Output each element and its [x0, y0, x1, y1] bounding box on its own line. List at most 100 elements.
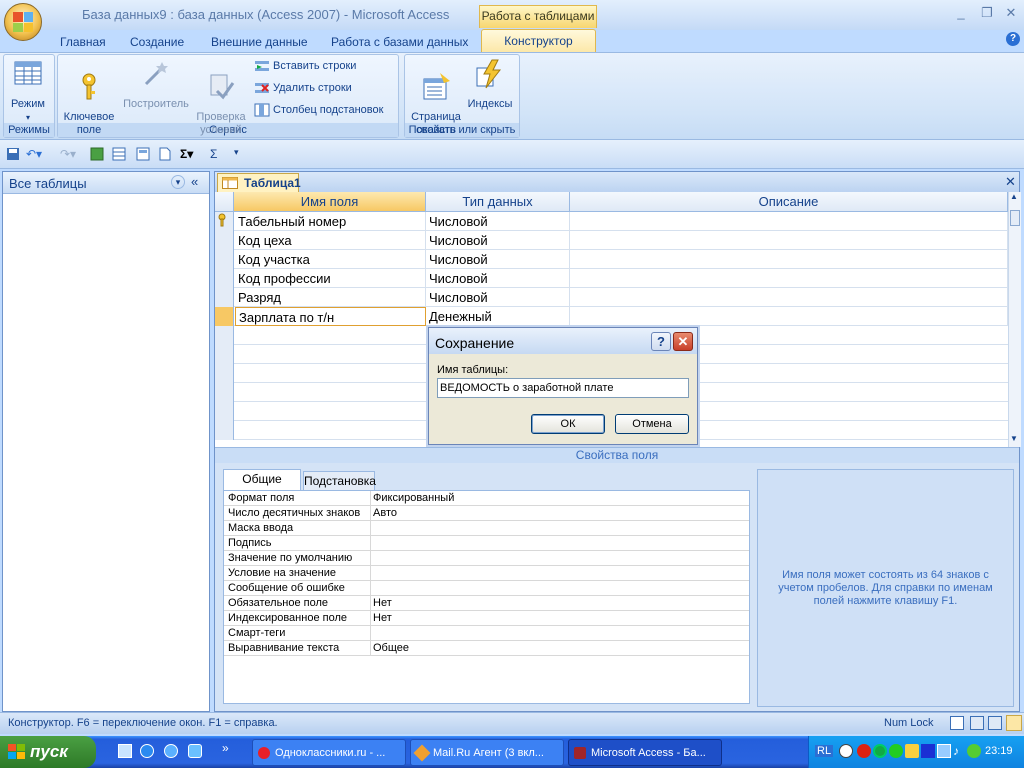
- data-type-cell[interactable]: Числовой: [426, 231, 570, 250]
- row-selector[interactable]: [215, 345, 234, 364]
- customize-qat-icon[interactable]: ▾: [234, 147, 239, 163]
- description-cell[interactable]: [570, 269, 1008, 288]
- data-type-cell[interactable]: Числовой: [426, 288, 570, 307]
- field-name-cell[interactable]: Табельный номер: [235, 212, 426, 231]
- field-row[interactable]: Код участка Числовой: [215, 250, 1008, 269]
- tray-icon[interactable]: [839, 744, 853, 758]
- ok-button[interactable]: ОК: [531, 414, 605, 434]
- tab-create[interactable]: Создание: [130, 32, 184, 52]
- builder-button[interactable]: Построитель: [120, 58, 192, 111]
- save-icon[interactable]: [6, 147, 20, 163]
- task-odnoklassniki[interactable]: Одноклассники.ru - ...: [252, 739, 406, 766]
- property-row[interactable]: Смарт-теги: [224, 626, 749, 641]
- row-selector[interactable]: [215, 231, 234, 250]
- field-name-cell[interactable]: Код цеха: [235, 231, 426, 250]
- property-row[interactable]: Значение по умолчанию: [224, 551, 749, 566]
- description-cell[interactable]: [570, 231, 1008, 250]
- scroll-thumb[interactable]: [1010, 210, 1020, 226]
- office-button[interactable]: [4, 3, 42, 41]
- chat-tray-icon[interactable]: [905, 744, 919, 758]
- collapse-nav-icon[interactable]: «: [191, 174, 198, 189]
- row-selector[interactable]: [215, 269, 234, 288]
- grid-corner[interactable]: [215, 192, 234, 212]
- language-indicator[interactable]: RL: [815, 745, 834, 757]
- property-value[interactable]: Общее: [370, 641, 748, 656]
- delete-rows-button[interactable]: Удалить строки: [254, 79, 352, 97]
- property-value[interactable]: [370, 566, 748, 581]
- quicklaunch-overflow-icon[interactable]: »: [222, 741, 229, 755]
- key-field-button[interactable]: Ключевое поле: [60, 58, 118, 150]
- row-selector[interactable]: [215, 383, 234, 402]
- task-microsoft-access[interactable]: Microsoft Access - Ба...: [568, 739, 722, 766]
- antivirus-tray-icon[interactable]: [967, 744, 981, 758]
- show-desktop-icon[interactable]: [118, 744, 132, 758]
- row-selector[interactable]: [215, 212, 234, 231]
- property-row[interactable]: Выравнивание текста Общее: [224, 641, 749, 656]
- property-sheet-button[interactable]: Страница свойств: [406, 58, 466, 150]
- field-row[interactable]: Разряд Числовой: [215, 288, 1008, 307]
- data-type-cell[interactable]: Числовой: [426, 212, 570, 231]
- lookup-column-button[interactable]: Столбец подстановок: [254, 101, 383, 119]
- dialog-help-button[interactable]: ?: [651, 332, 671, 351]
- pivot-table-status-icon[interactable]: [970, 716, 984, 730]
- messenger-icon[interactable]: [188, 744, 202, 758]
- description-cell[interactable]: [570, 212, 1008, 231]
- property-value[interactable]: [370, 536, 748, 551]
- close-document-icon[interactable]: ✕: [1005, 174, 1016, 190]
- design-view-status-icon[interactable]: [1006, 715, 1022, 731]
- undo-icon[interactable]: ↶▾: [26, 147, 42, 163]
- field-row[interactable]: Код цеха Числовой: [215, 231, 1008, 250]
- opera-tray-icon[interactable]: [857, 744, 871, 758]
- property-row[interactable]: Условие на значение: [224, 566, 749, 581]
- row-selector[interactable]: [215, 307, 234, 326]
- property-value[interactable]: [370, 521, 748, 536]
- tab-design[interactable]: Конструктор: [481, 29, 596, 53]
- property-row[interactable]: Индексированное поле Нет: [224, 611, 749, 626]
- row-selector[interactable]: [215, 326, 234, 345]
- cancel-button[interactable]: Отмена: [615, 414, 689, 434]
- property-row[interactable]: Формат поля Фиксированный: [224, 491, 749, 506]
- totals-sigma-icon[interactable]: Σ▾: [180, 147, 193, 163]
- tab-general[interactable]: Общие: [223, 469, 301, 490]
- description-cell[interactable]: [570, 250, 1008, 269]
- column-header-description[interactable]: Описание: [570, 192, 1008, 212]
- nav-pane-header[interactable]: Все таблицы ▾ «: [3, 172, 209, 194]
- tab-home[interactable]: Главная: [60, 32, 106, 52]
- datasheet-view-status-icon[interactable]: [950, 716, 964, 730]
- row-selector[interactable]: [215, 288, 234, 307]
- tab-database-tools[interactable]: Работа с базами данных: [331, 32, 468, 52]
- property-value[interactable]: Авто: [370, 506, 748, 521]
- media-player-icon[interactable]: [164, 744, 178, 758]
- test-rules-button[interactable]: Проверка условий: [192, 58, 250, 150]
- scroll-up-icon[interactable]: ▲: [1010, 192, 1018, 201]
- indexes-button[interactable]: Индексы: [466, 58, 514, 111]
- network-tray-icon[interactable]: [937, 744, 951, 758]
- property-value[interactable]: [370, 551, 748, 566]
- ie-icon[interactable]: [140, 744, 154, 758]
- tab-lookup[interactable]: Подстановка: [303, 471, 376, 490]
- field-name-cell[interactable]: Код участка: [235, 250, 426, 269]
- datasheet-icon[interactable]: [90, 147, 104, 163]
- field-row[interactable]: Код профессии Числовой: [215, 269, 1008, 288]
- property-row[interactable]: Число десятичных знаков Авто: [224, 506, 749, 521]
- agent-tray-icon[interactable]: [889, 744, 903, 758]
- property-row[interactable]: Маска ввода: [224, 521, 749, 536]
- description-cell[interactable]: [570, 307, 1008, 326]
- form-icon[interactable]: [136, 147, 150, 163]
- field-name-cell[interactable]: Разряд: [235, 288, 426, 307]
- property-value[interactable]: Нет: [370, 611, 748, 626]
- column-header-field-name[interactable]: Имя поля: [234, 192, 426, 212]
- redo-icon[interactable]: ↷▾: [60, 147, 76, 163]
- property-value[interactable]: [370, 626, 748, 641]
- design-view-icon[interactable]: [112, 147, 126, 163]
- field-row[interactable]: Зарплата по т/н Денежный: [215, 307, 1008, 326]
- column-header-data-type[interactable]: Тип данных: [426, 192, 570, 212]
- property-value[interactable]: Нет: [370, 596, 748, 611]
- field-name-cell[interactable]: Зарплата по т/н: [235, 307, 426, 326]
- scroll-down-icon[interactable]: ▼: [1010, 434, 1018, 443]
- new-document-icon[interactable]: [158, 147, 172, 163]
- help-icon[interactable]: ?: [1006, 32, 1020, 46]
- task-mailru-agent[interactable]: Mail.Ru Агент (3 вкл...: [410, 739, 564, 766]
- property-row[interactable]: Сообщение об ошибке: [224, 581, 749, 596]
- data-type-cell[interactable]: Числовой: [426, 269, 570, 288]
